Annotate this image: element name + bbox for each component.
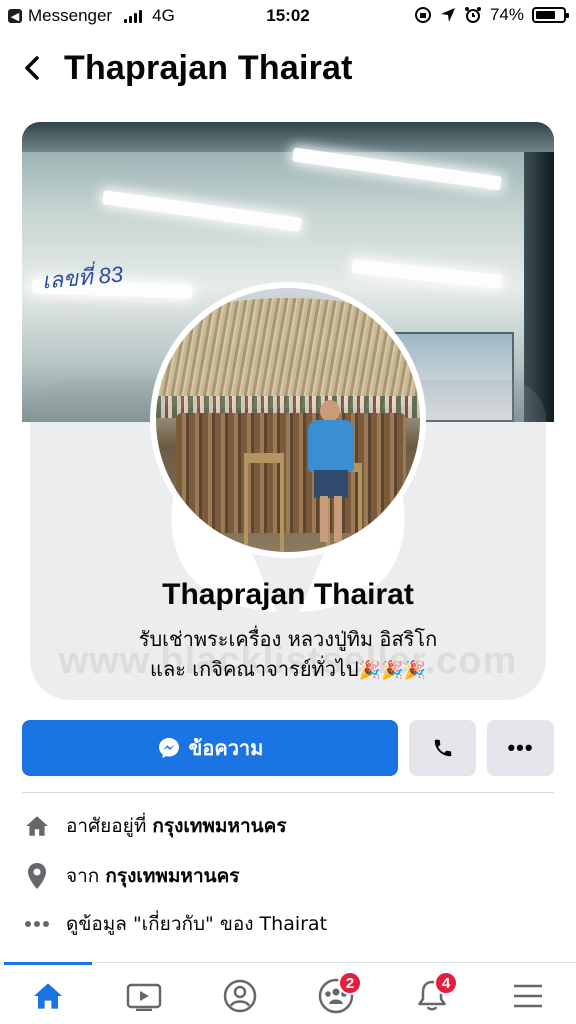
groups-badge: 2: [338, 971, 362, 995]
avatar-person: [306, 400, 354, 550]
cover-pillar: [524, 152, 554, 422]
person-shirt: [308, 420, 354, 472]
more-options-button[interactable]: •••: [487, 720, 554, 776]
cover-light: [351, 259, 503, 289]
bio-line-1: รับเช่าพระเครื่อง หลวงปู่ทิม อิสริโก: [138, 627, 438, 651]
lives-in-prefix: อาศัยอยู่ที่: [66, 815, 147, 837]
avatar-stool: [244, 453, 284, 552]
cover-sign-text: เลขที่ 83: [41, 261, 125, 294]
person-shorts: [314, 470, 348, 498]
nav-profile[interactable]: [208, 971, 272, 1021]
watch-icon: [126, 983, 162, 1011]
home-icon: [34, 983, 62, 1009]
bottom-nav: 2 4: [0, 962, 576, 1024]
page-title: Thaprajan Thairat: [64, 48, 353, 87]
nav-notifications[interactable]: 4: [400, 971, 464, 1021]
nav-menu[interactable]: [496, 971, 560, 1021]
menu-icon: [514, 984, 542, 1008]
orientation-lock-icon: [414, 7, 431, 23]
from-prefix: จาก: [66, 865, 100, 887]
nav-watch[interactable]: [112, 971, 176, 1021]
status-bar: ◀ Messenger 4G 15:02 74%: [0, 0, 576, 32]
back-button[interactable]: [8, 44, 56, 92]
about-link-text[interactable]: ดูข้อมูล "เกี่ยวกับ" ของ Thairat: [66, 909, 327, 939]
profile-name: Thaprajan Thairat: [162, 578, 414, 611]
chevron-left-icon: [25, 56, 39, 80]
lives-in-value[interactable]: กรุงเทพมหานคร: [152, 815, 286, 837]
nav-groups[interactable]: 2: [304, 971, 368, 1021]
battery-percent: 74%: [489, 5, 524, 24]
home-icon: [22, 811, 52, 841]
notifications-badge: 4: [434, 971, 458, 995]
more-dots-icon: [22, 909, 52, 939]
message-button[interactable]: ข้อความ: [22, 720, 398, 776]
info-from: จาก กรุงเทพมหานคร: [22, 856, 554, 896]
avatar-thatched-roof: [156, 298, 420, 408]
call-button[interactable]: [409, 720, 476, 776]
person-legs: [320, 496, 342, 542]
party-popper-icon: 🎉🎉🎉: [358, 660, 426, 681]
avatar-photo: [156, 288, 420, 552]
cover-light: [101, 190, 303, 232]
cover-ceiling: [22, 122, 554, 152]
battery-icon: [532, 7, 569, 23]
profile-picture[interactable]: [150, 282, 426, 558]
info-lives-in: อาศัยอยู่ที่ กรุงเทพมหานคร: [22, 806, 554, 846]
avatar-bar-counter: [176, 413, 406, 533]
status-right: 74%: [414, 5, 569, 25]
phone-icon: [434, 739, 451, 757]
message-button-label: ข้อความ: [188, 736, 264, 760]
bio-line-2: และ เกจิคณาจารย์ทั่วไป🎉🎉🎉: [0, 654, 576, 686]
info-from-text: จาก กรุงเทพมหานคร: [66, 861, 240, 891]
cover-light: [292, 147, 502, 191]
messenger-icon: [158, 738, 179, 758]
nav-home[interactable]: [16, 971, 80, 1021]
page-header: Thaprajan Thairat: [0, 40, 576, 96]
profile-actions: ข้อความ •••: [22, 720, 554, 776]
location-icon: [440, 8, 455, 22]
bio-line-2-text: และ เกจิคณาจารย์ทั่วไป: [150, 657, 359, 681]
active-tab-indicator: [4, 962, 92, 965]
info-lives-in-text: อาศัยอยู่ที่ กรุงเทพมหานคร: [66, 811, 287, 841]
location-pin-icon: [22, 861, 52, 891]
person-head: [320, 400, 340, 422]
profile-icon: [223, 979, 257, 1013]
profile-bio: รับเช่าพระเครื่อง หลวงปู่ทิม อิสริโก และ…: [0, 624, 576, 686]
info-about-link[interactable]: ดูข้อมูล "เกี่ยวกับ" ของ Thairat: [22, 904, 554, 944]
section-divider: [22, 792, 554, 793]
alarm-icon: [464, 7, 481, 23]
from-value[interactable]: กรุงเทพมหานคร: [105, 865, 239, 887]
